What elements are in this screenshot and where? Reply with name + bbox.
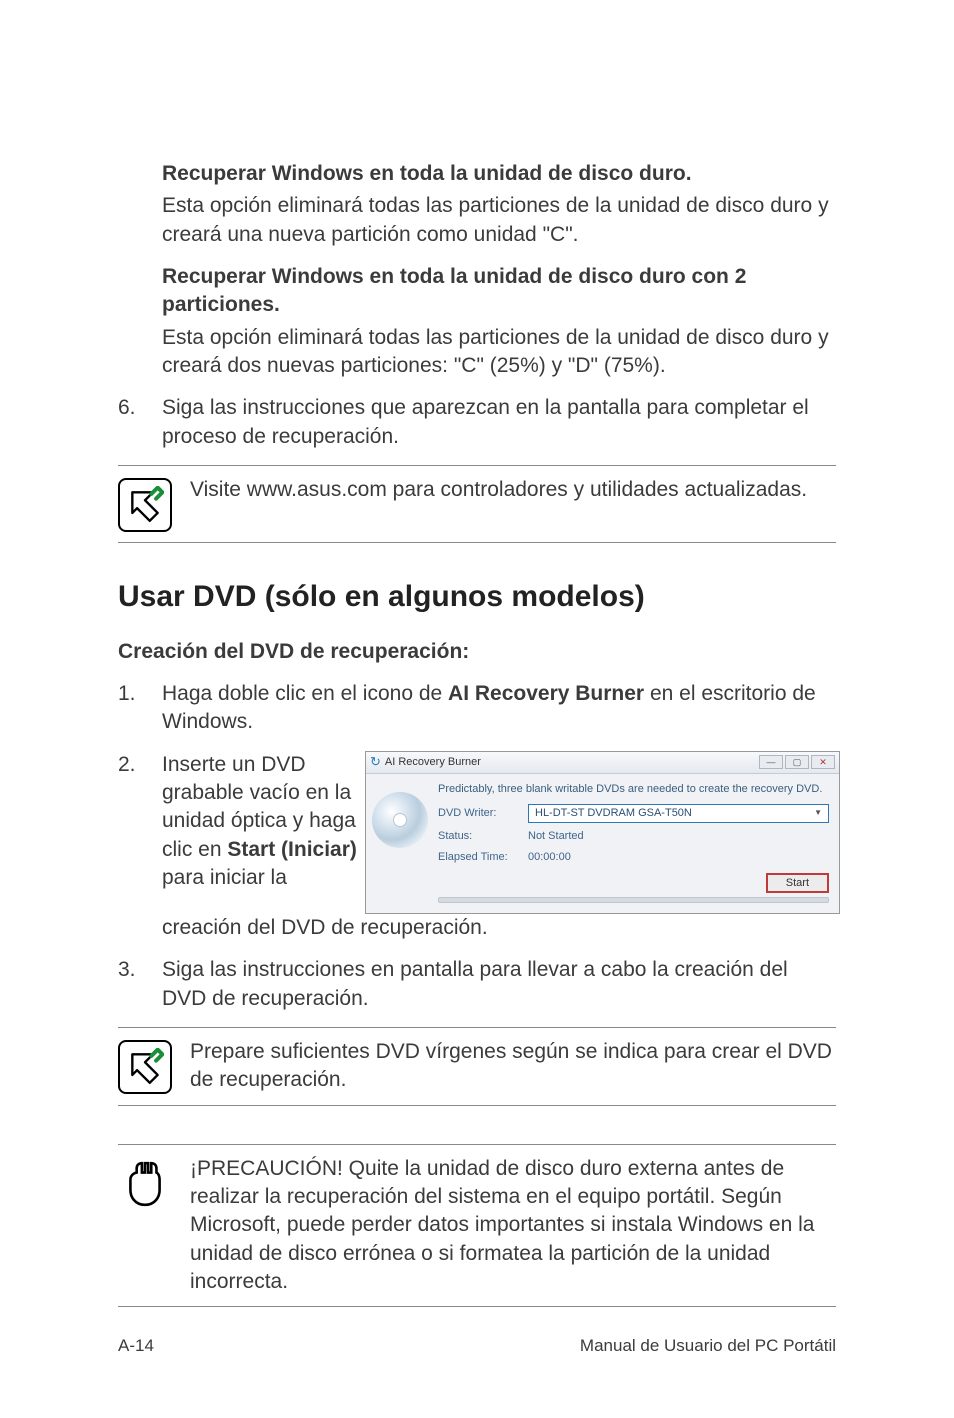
step-2-continuation: creación del DVD de recuperación.	[162, 914, 840, 942]
start-button[interactable]: Start	[766, 873, 829, 893]
recovery-icon: ↻	[370, 753, 381, 771]
disc-icon	[372, 792, 428, 848]
section-title: Usar DVD (sólo en algunos modelos)	[118, 577, 836, 618]
option-a-body: Esta opción eliminará todas las particio…	[162, 192, 836, 249]
step-1-text: Haga doble clic en el icono de AI Recove…	[162, 680, 836, 737]
maximize-button[interactable]: ▢	[785, 755, 809, 769]
option-a-title: Recuperar Windows en toda la unidad de d…	[162, 160, 836, 188]
predict-text: Predictably, three blank writable DVDs a…	[438, 782, 829, 797]
note-asus: Visite www.asus.com para controladores y…	[190, 476, 836, 504]
caution-icon	[118, 1157, 172, 1211]
subtitle: Creación del DVD de recuperación:	[118, 638, 836, 666]
elapsed-label: Elapsed Time:	[438, 850, 528, 865]
status-value: Not Started	[528, 829, 584, 844]
recovery-burner-window: ↻ AI Recovery Burner — ▢ ✕ Predictably, …	[365, 751, 840, 914]
caution-text: ¡PRECAUCIÓN! Quite la unidad de disco du…	[190, 1155, 836, 1297]
step-6-text: Siga las instrucciones que aparezcan en …	[162, 394, 836, 451]
option-b-title: Recuperar Windows en toda la unidad de d…	[162, 263, 836, 320]
note-prepare-dvd: Prepare suficientes DVD vírgenes según s…	[190, 1038, 836, 1095]
close-button[interactable]: ✕	[811, 755, 835, 769]
progress-bar	[438, 897, 829, 903]
step-2-text-left: Inserte un DVD grabable vacío en la unid…	[162, 751, 357, 893]
step-3-number: 3.	[118, 956, 162, 1013]
step-6-number: 6.	[118, 394, 162, 451]
option-b-body: Esta opción eliminará todas las particio…	[162, 324, 836, 381]
step-1-number: 1.	[118, 680, 162, 737]
status-label: Status:	[438, 829, 528, 844]
step-3-text: Siga las instrucciones en pantalla para …	[162, 956, 836, 1013]
writer-label: DVD Writer:	[438, 806, 528, 821]
footer-label: Manual de Usuario del PC Portátil	[580, 1336, 836, 1356]
elapsed-value: 00:00:00	[528, 850, 571, 865]
page-number: A-14	[118, 1336, 154, 1356]
minimize-button[interactable]: —	[759, 755, 783, 769]
step-2-number: 2.	[118, 751, 162, 943]
note-icon	[118, 1040, 172, 1094]
chevron-down-icon: ▼	[814, 808, 822, 819]
writer-dropdown[interactable]: HL-DT-ST DVDRAM GSA-T50N ▼	[528, 804, 829, 823]
window-title: AI Recovery Burner	[385, 755, 481, 770]
note-icon	[118, 478, 172, 532]
